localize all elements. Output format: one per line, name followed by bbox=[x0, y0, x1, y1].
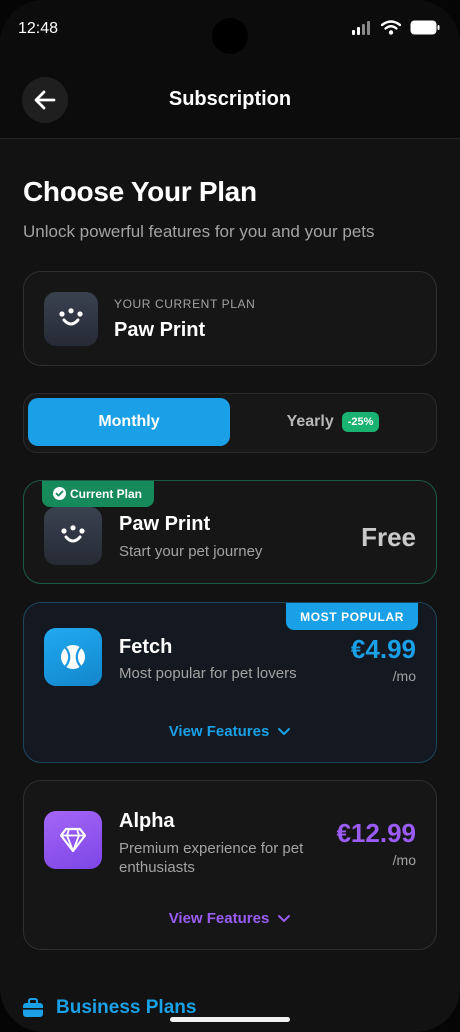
view-features-label: View Features bbox=[168, 723, 270, 740]
plan-description: Premium experience for pet enthusiasts bbox=[119, 840, 304, 876]
plan-price: €4.99 bbox=[350, 634, 416, 664]
plan-card-paw-print[interactable]: Current Plan Paw Print Start your pet jo… bbox=[23, 480, 437, 584]
plan-name: Alpha bbox=[119, 810, 175, 832]
current-plan-badge-label: Current Plan bbox=[70, 487, 143, 501]
plan-price: €12.99 bbox=[336, 818, 416, 848]
check-circle-icon bbox=[53, 487, 66, 500]
monthly-label: Monthly bbox=[98, 413, 160, 430]
diamond-icon bbox=[44, 811, 102, 869]
plan-period: /mo bbox=[392, 668, 416, 684]
yearly-label: Yearly bbox=[286, 413, 334, 430]
business-plans-label: Business Plans bbox=[56, 997, 197, 1018]
phone-screen: 12:48 Subscription Choose Your Plan Unlo… bbox=[0, 0, 460, 1032]
camera-notch bbox=[212, 18, 248, 54]
view-features-button[interactable]: View Features bbox=[24, 910, 436, 927]
tennis-ball-icon bbox=[44, 628, 102, 686]
paw-face-icon bbox=[44, 507, 102, 565]
current-plan-badge: Current Plan bbox=[42, 481, 155, 507]
view-features-button[interactable]: View Features bbox=[24, 723, 436, 740]
system-icons bbox=[352, 20, 440, 35]
yearly-discount-badge: -25% bbox=[341, 412, 380, 432]
chevron-down-icon bbox=[278, 728, 291, 735]
plan-card-fetch[interactable]: MOST POPULAR Fetch Most popular for pet … bbox=[23, 602, 437, 763]
battery-icon bbox=[410, 20, 440, 35]
wifi-icon bbox=[381, 20, 401, 35]
signal-icon bbox=[352, 20, 370, 35]
page-title: Subscription bbox=[168, 88, 292, 110]
plan-description: Start your pet journey bbox=[119, 543, 263, 560]
home-indicator[interactable] bbox=[170, 1017, 290, 1022]
app-header: Subscription bbox=[0, 60, 460, 139]
current-plan-label: YOUR CURRENT PLAN bbox=[114, 297, 256, 311]
plan-name: Fetch bbox=[119, 636, 173, 658]
plan-name: Paw Print bbox=[119, 513, 211, 535]
business-plans-link[interactable]: Business Plans bbox=[22, 997, 196, 1019]
plan-period: /mo bbox=[392, 852, 416, 868]
plan-card-alpha[interactable]: Alpha Premium experience for pet enthusi… bbox=[23, 780, 437, 950]
status-time: 12:48 bbox=[18, 20, 59, 37]
current-plan-card: YOUR CURRENT PLAN Paw Print bbox=[23, 271, 437, 366]
monthly-toggle[interactable]: Monthly bbox=[28, 398, 230, 446]
plan-price: Free bbox=[361, 522, 416, 552]
billing-toggle: Monthly Yearly -25% bbox=[23, 393, 437, 453]
choose-plan-subtitle: Unlock powerful features for you and you… bbox=[23, 222, 375, 241]
yearly-toggle[interactable]: Yearly -25% bbox=[234, 398, 432, 446]
choose-plan-heading: Choose Your Plan bbox=[23, 176, 257, 207]
plan-description: Most popular for pet lovers bbox=[119, 665, 297, 682]
current-plan-name: Paw Print bbox=[114, 319, 206, 341]
briefcase-icon bbox=[23, 998, 43, 1017]
chevron-down-icon bbox=[278, 915, 291, 922]
view-features-label: View Features bbox=[168, 910, 270, 927]
paw-face-icon bbox=[44, 292, 98, 346]
most-popular-badge: MOST POPULAR bbox=[286, 603, 418, 630]
status-bar: 12:48 bbox=[0, 0, 460, 60]
